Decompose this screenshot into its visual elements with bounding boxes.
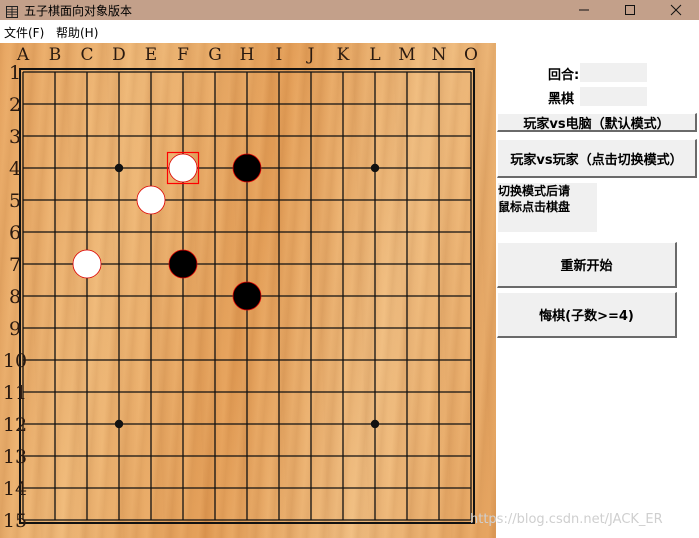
window-title: 五子棋面向对象版本: [24, 4, 133, 18]
column-label: D: [112, 45, 126, 65]
restart-button[interactable]: 重新开始: [497, 242, 677, 288]
white-stone: [168, 153, 198, 183]
black-stone: [168, 249, 198, 279]
column-label: G: [208, 45, 222, 65]
column-label: J: [306, 45, 315, 65]
row-label: 2: [9, 94, 21, 116]
column-label: C: [80, 45, 93, 65]
close-button[interactable]: [653, 0, 699, 20]
maximize-button[interactable]: [607, 0, 653, 20]
column-label: K: [337, 45, 350, 65]
row-label: 3: [9, 126, 21, 148]
column-label: H: [240, 45, 255, 65]
column-label: N: [432, 45, 447, 65]
row-label: 8: [9, 286, 21, 308]
turn-value-box: [580, 87, 647, 106]
black-stone: [232, 281, 262, 311]
maximize-icon: [625, 5, 635, 15]
column-label: B: [49, 45, 62, 65]
column-label: I: [276, 45, 283, 65]
mode-pvp-button[interactable]: 玩家vs玩家（点击切换模式）: [497, 139, 697, 178]
app-icon: [6, 3, 18, 18]
star-point: [370, 163, 380, 173]
turn-label: 黑棋: [548, 92, 575, 107]
star-point: [114, 419, 124, 429]
mode-pve-button[interactable]: 玩家vs电脑（默认模式）: [497, 113, 697, 132]
game-board[interactable]: A B C D E F G H I J K L M N O 1 2 3 4 5 6 7 8 9 10 11 12 13 14 15: [0, 43, 496, 538]
column-label: E: [145, 45, 157, 65]
menu-file[interactable]: 文件(F): [4, 24, 44, 41]
menu-bar: 文件(F) 帮助(H): [0, 20, 699, 41]
minimize-button[interactable]: [561, 0, 607, 20]
undo-button[interactable]: 悔棋(子数>=4): [497, 292, 677, 338]
column-label: L: [369, 45, 380, 65]
white-stone: [72, 249, 102, 279]
close-icon: [670, 4, 682, 16]
row-label: 15: [3, 510, 27, 532]
row-label: 14: [3, 478, 27, 500]
mode-hint: 切换模式后请 鼠标点击棋盘: [498, 183, 597, 232]
row-label: 11: [3, 382, 27, 404]
round-label: 回合:: [548, 68, 580, 83]
row-label: 7: [9, 254, 21, 276]
hint-line-1: 切换模式后请: [498, 184, 571, 198]
row-label: 5: [9, 190, 21, 212]
row-label: 9: [9, 318, 21, 340]
column-label: M: [398, 45, 415, 65]
star-point: [114, 163, 124, 173]
star-point: [370, 419, 380, 429]
white-stone: [136, 185, 166, 215]
watermark: https://blog.csdn.net/JACK_ER: [470, 512, 663, 527]
row-label: 4: [9, 158, 21, 180]
title-bar: 五子棋面向对象版本: [0, 0, 699, 20]
board-canvas[interactable]: A B C D E F G H I J K L M N O123456789101112131415: [0, 43, 496, 538]
hint-line-2: 鼠标点击棋盘: [498, 200, 571, 214]
menu-help[interactable]: 帮助(H): [56, 24, 98, 41]
row-label: 6: [9, 222, 21, 244]
column-label: F: [177, 45, 189, 65]
round-value-box: [580, 63, 647, 82]
row-label: 13: [3, 446, 27, 468]
black-stone: [232, 153, 262, 183]
column-label: O: [464, 45, 478, 65]
minimize-icon: [579, 9, 589, 11]
row-label: 10: [3, 350, 27, 372]
row-label: 12: [3, 414, 27, 436]
row-label: 1: [9, 62, 21, 84]
